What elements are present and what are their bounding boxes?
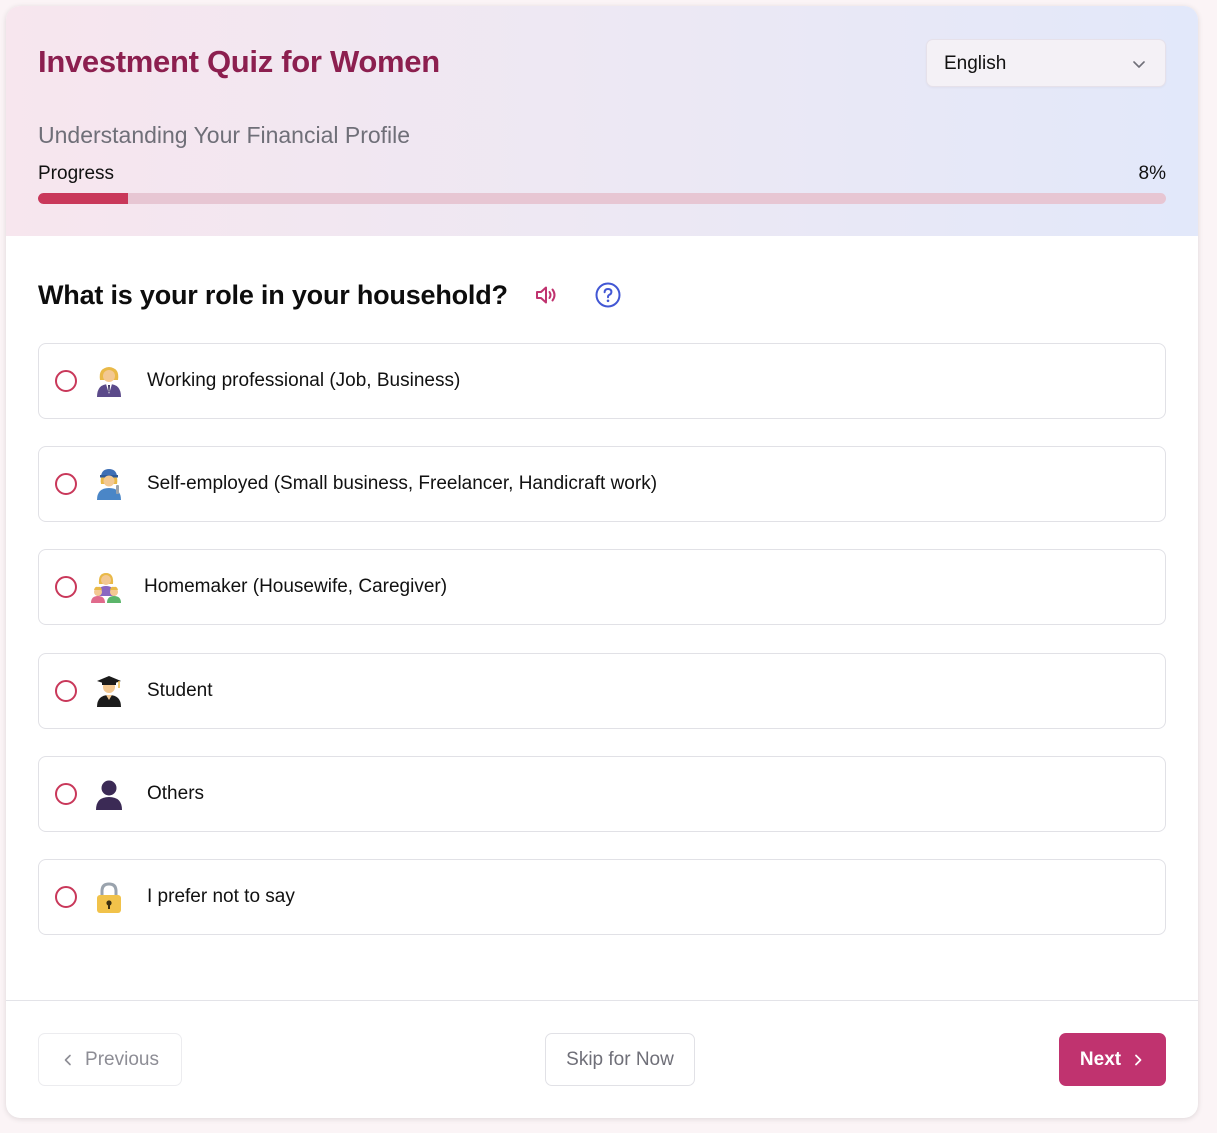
radio-button[interactable] [55,576,77,598]
page-title: Investment Quiz for Women [38,44,440,79]
page-subtitle: Understanding Your Financial Profile [38,122,411,148]
option-working-professional[interactable]: Working professional (Job, Business) [38,343,1166,419]
option-label: Homemaker (Housewife, Caregiver) [144,576,448,597]
language-select-value: English [944,53,1007,74]
footer-divider [6,1000,1198,1001]
radio-button[interactable] [55,783,77,805]
person-silhouette-icon [96,780,122,810]
radio-button[interactable] [55,370,77,392]
option-label: Others [147,783,205,804]
option-label: Student [147,680,213,701]
question-row: What is your role in your household? [38,277,622,313]
language-select[interactable]: English [926,39,1166,87]
option-label: I prefer not to say [147,886,295,907]
progress-bar-fill [38,193,129,204]
graduate-icon [97,676,121,707]
skip-button[interactable]: Skip for Now [545,1033,695,1086]
option-self-employed[interactable]: Self-employed (Small business, Freelance… [38,446,1166,522]
family-icon [91,573,121,603]
quiz-card: Investment Quiz for Women English Unders… [6,6,1198,1118]
speaker-icon[interactable] [532,281,560,309]
next-button-label: Next [1079,1048,1122,1070]
option-prefer-not-to-say[interactable]: I prefer not to say [38,859,1166,935]
quiz-header: Investment Quiz for Women English Unders… [6,6,1198,236]
chevron-left-icon [64,1054,71,1065]
progress-value: 8% [1138,163,1166,184]
previous-button[interactable]: Previous [38,1033,182,1086]
woman-mechanic-icon [97,469,121,500]
option-label: Working professional (Job, Business) [147,370,461,391]
chevron-down-icon [1133,61,1145,68]
option-homemaker[interactable]: Homemaker (Housewife, Caregiver) [38,549,1166,625]
radio-button[interactable] [55,680,77,702]
help-icon[interactable] [594,281,622,309]
progress-bar [38,193,1166,204]
chevron-right-icon [1135,1054,1142,1065]
skip-button-label: Skip for Now [566,1048,674,1070]
question-text: What is your role in your household? [38,279,508,310]
woman-office-worker-icon [97,367,121,397]
option-student[interactable]: Student [38,653,1166,729]
lock-icon [97,882,121,913]
radio-button[interactable] [55,473,77,495]
progress-label: Progress [38,163,115,184]
option-others[interactable]: Others [38,756,1166,832]
previous-button-label: Previous [85,1048,159,1070]
next-button[interactable]: Next [1059,1033,1166,1086]
radio-button[interactable] [55,886,77,908]
option-label: Self-employed (Small business, Freelance… [147,473,658,494]
